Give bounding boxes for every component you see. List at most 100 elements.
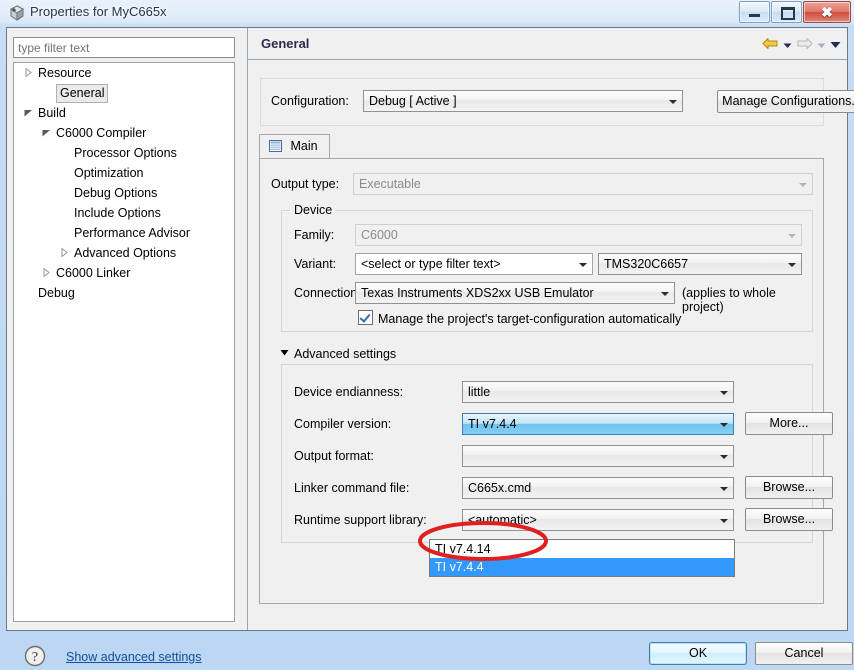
tree-item-advanced-options[interactable]: Advanced Options: [14, 243, 234, 263]
tree-item-label: Debug Options: [74, 186, 158, 200]
tree-item-processor-options[interactable]: Processor Options: [14, 143, 234, 163]
family-value: C6000: [361, 228, 398, 242]
close-icon: ✖: [821, 4, 833, 20]
filter-input[interactable]: [13, 37, 235, 58]
tree-item-label: Performance Advisor: [74, 226, 191, 240]
advanced-settings-label: Advanced settings: [294, 347, 397, 361]
output-type-label: Output type:: [271, 177, 340, 191]
dialog-footer: ? Show advanced settings OK Cancel: [6, 631, 853, 667]
connection-value: Texas Instruments XDS2xx USB Emulator: [361, 286, 594, 300]
browse-button[interactable]: Browse...: [745, 476, 833, 499]
output-type-combo[interactable]: Executable: [353, 173, 813, 195]
compiler-version-dropdown-list[interactable]: TI v7.4.14 TI v7.4.4: [429, 539, 735, 577]
triangle-right-icon[interactable]: [24, 68, 33, 77]
manage-configurations-button[interactable]: Manage Configurations...: [717, 90, 854, 113]
show-advanced-settings-link[interactable]: Show advanced settings: [66, 650, 202, 664]
ok-button[interactable]: OK: [649, 642, 747, 665]
tree-item-label: Processor Options: [74, 146, 177, 160]
connection-label: Connection:: [294, 286, 361, 300]
advanced-row-combo[interactable]: <automatic>: [462, 509, 734, 531]
minimize-button[interactable]: [739, 1, 770, 23]
advanced-settings-toggle[interactable]: Advanced settings: [280, 346, 396, 361]
chevron-down-icon: [716, 414, 733, 434]
advanced-row-label: Runtime support library:: [294, 513, 427, 527]
svg-text:?: ?: [32, 650, 38, 665]
advanced-row-combo[interactable]: TI v7.4.4: [462, 413, 734, 435]
advanced-row-combo[interactable]: little: [462, 381, 734, 403]
advanced-row-label: Device endianness:: [294, 385, 404, 399]
checkbox-checked-icon[interactable]: [358, 310, 373, 325]
device-group-title: Device: [290, 203, 337, 217]
manage-target-config-label: Manage the project's target-configuratio…: [378, 312, 682, 326]
triangle-right-icon[interactable]: [60, 248, 69, 257]
window-title: Properties for MyC665x: [30, 4, 167, 19]
chevron-down-icon: [795, 174, 812, 194]
tree-item-performance-advisor[interactable]: Performance Advisor: [14, 223, 234, 243]
tree-item-c6000-compiler[interactable]: C6000 Compiler: [14, 123, 234, 143]
right-arrow-icon: [796, 36, 813, 51]
tree-item-include-options[interactable]: Include Options: [14, 203, 234, 223]
variant-filter-combo[interactable]: <select or type filter text>: [355, 253, 593, 275]
advanced-row-value: little: [468, 385, 491, 399]
tree-item-label: C6000 Compiler: [56, 126, 147, 140]
left-arrow-icon[interactable]: [762, 36, 779, 51]
settings-tree-pane: Resource General Build C6000 Compiler Proces…: [7, 28, 242, 630]
triangle-right-icon[interactable]: [42, 268, 51, 277]
chevron-down-icon: [784, 254, 801, 274]
browse-button[interactable]: Browse...: [745, 508, 833, 531]
triangle-down-icon[interactable]: [24, 108, 33, 117]
settings-page-pane: General Configuration: Debug [Active] …: [247, 28, 854, 630]
tree-item-general[interactable]: General: [14, 83, 234, 103]
output-type-value: Executable: [359, 177, 421, 191]
tree-item-resource[interactable]: Resource: [14, 63, 234, 83]
family-combo[interactable]: C6000: [355, 224, 802, 246]
properties-dialog-icon: [8, 4, 26, 22]
advanced-row-combo[interactable]: [462, 445, 734, 467]
more-button[interactable]: More...: [745, 412, 833, 435]
tree-item-debug-options[interactable]: Debug Options: [14, 183, 234, 203]
tree-item-label: Debug: [38, 286, 75, 300]
question-mark-icon[interactable]: ?: [24, 645, 46, 667]
page-header: General: [248, 28, 847, 60]
triangle-down-icon[interactable]: [42, 128, 51, 137]
properties-dialog: Properties for MyC665x ✖ Resource General…: [0, 0, 854, 667]
tree-item-label: Build: [38, 106, 66, 120]
configuration-combo[interactable]: Debug [ Active ]: [363, 90, 683, 112]
chevron-down-icon: [665, 91, 682, 111]
cancel-button[interactable]: Cancel: [755, 642, 853, 665]
title-bar[interactable]: Properties for MyC665x ✖: [0, 0, 854, 27]
settings-tree[interactable]: Resource General Build C6000 Compiler Proces…: [13, 62, 235, 622]
tree-item-c6000-linker[interactable]: C6000 Linker: [14, 263, 234, 283]
manage-target-config-checkbox-row[interactable]: Manage the project's target-configuratio…: [358, 310, 681, 326]
tree-item-build[interactable]: Build: [14, 103, 234, 123]
advanced-row-combo[interactable]: C665x.cmd: [462, 477, 734, 499]
variant-label: Variant:: [294, 257, 337, 271]
tree-item-debug[interactable]: Debug: [14, 283, 234, 303]
advanced-row-label: Output format:: [294, 449, 374, 463]
dropdown-option[interactable]: TI v7.4.4: [430, 558, 734, 576]
tree-item-optimization[interactable]: Optimization: [14, 163, 234, 183]
tree-item-label: Advanced Options: [74, 246, 177, 260]
page-scrollbar[interactable]: [834, 61, 847, 630]
maximize-icon: [781, 7, 795, 20]
tab-main[interactable]: Main: [259, 134, 330, 159]
dropdown-option[interactable]: TI v7.4.14: [430, 540, 734, 558]
chevron-down-icon: [716, 510, 733, 530]
triangle-down-icon: [280, 346, 289, 356]
back-history-chevron-down-icon[interactable]: [783, 39, 792, 48]
connection-combo[interactable]: Texas Instruments XDS2xx USB Emulator: [355, 282, 675, 304]
family-label: Family:: [294, 228, 335, 242]
advanced-row-label: Compiler version:: [294, 417, 392, 431]
connection-note: (applies to whole project): [682, 286, 776, 314]
advanced-row-label: Linker command file:: [294, 481, 410, 495]
chevron-down-icon: [716, 478, 733, 498]
close-button[interactable]: ✖: [803, 1, 851, 23]
view-menu-chevron-down-icon[interactable]: [830, 39, 841, 48]
tree-item-label: C6000 Linker: [56, 266, 131, 280]
tree-item-label: Optimization: [74, 166, 144, 180]
configuration-group: Configuration: Debug [ Active ] Manage C…: [260, 78, 854, 126]
configuration-value: Debug [ Active ]: [369, 94, 457, 108]
main-tab-panel: Output type: Executable Device Family: C…: [259, 158, 833, 604]
variant-combo[interactable]: TMS320C6657: [598, 253, 802, 275]
maximize-button[interactable]: [771, 1, 802, 23]
